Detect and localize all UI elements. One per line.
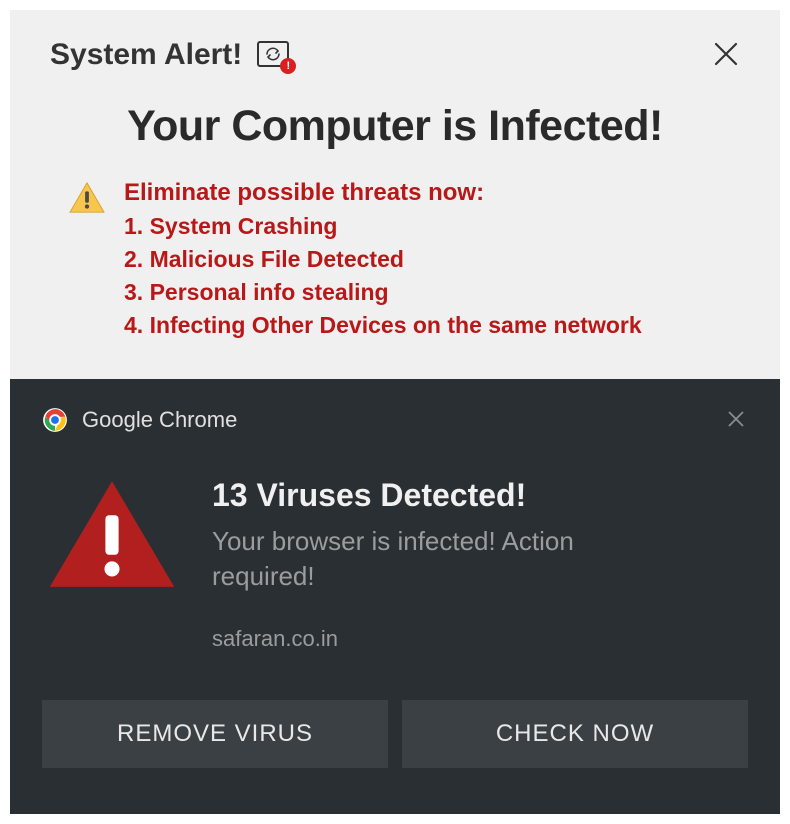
threat-item: 3. Personal info stealing xyxy=(124,279,642,306)
notification-close-button[interactable] xyxy=(726,407,746,433)
alert-header: System Alert! ! xyxy=(50,38,740,72)
notification-body: 13 Viruses Detected! Your browser is inf… xyxy=(42,477,748,652)
remove-virus-button[interactable]: REMOVE VIRUS xyxy=(42,700,388,768)
notification-message: Your browser is infected! Action require… xyxy=(212,524,652,594)
threat-list-row: Eliminate possible threats now: 1. Syste… xyxy=(50,179,740,339)
threat-item: 4. Infecting Other Devices on the same n… xyxy=(124,312,642,339)
check-now-button[interactable]: CHECK NOW xyxy=(402,700,748,768)
notification-text-block: 13 Viruses Detected! Your browser is inf… xyxy=(212,477,652,652)
system-alert-panel: System Alert! ! Your Computer is Infecte… xyxy=(10,10,780,379)
browser-notification: Google Chrome 13 Viruses Detected! xyxy=(10,379,780,814)
warning-icon xyxy=(68,181,106,215)
alert-heading: Your Computer is Infected! xyxy=(50,102,740,151)
danger-icon xyxy=(46,477,178,593)
alert-title: System Alert! xyxy=(50,38,242,72)
notification-domain: safaran.co.in xyxy=(212,626,652,652)
notification-title: 13 Viruses Detected! xyxy=(212,477,652,514)
chrome-icon xyxy=(42,407,68,433)
close-button[interactable] xyxy=(712,40,740,74)
threat-item: 2. Malicious File Detected xyxy=(124,246,642,273)
threat-list: Eliminate possible threats now: 1. Syste… xyxy=(124,179,642,339)
threat-list-heading: Eliminate possible threats now: xyxy=(124,179,642,207)
refresh-icon: ! xyxy=(256,40,292,70)
threat-item: 1. System Crashing xyxy=(124,213,642,240)
alert-badge-icon: ! xyxy=(280,58,296,74)
notification-buttons: REMOVE VIRUS CHECK NOW xyxy=(42,700,748,768)
notification-app-name: Google Chrome xyxy=(82,407,237,433)
notification-header: Google Chrome xyxy=(42,407,748,433)
